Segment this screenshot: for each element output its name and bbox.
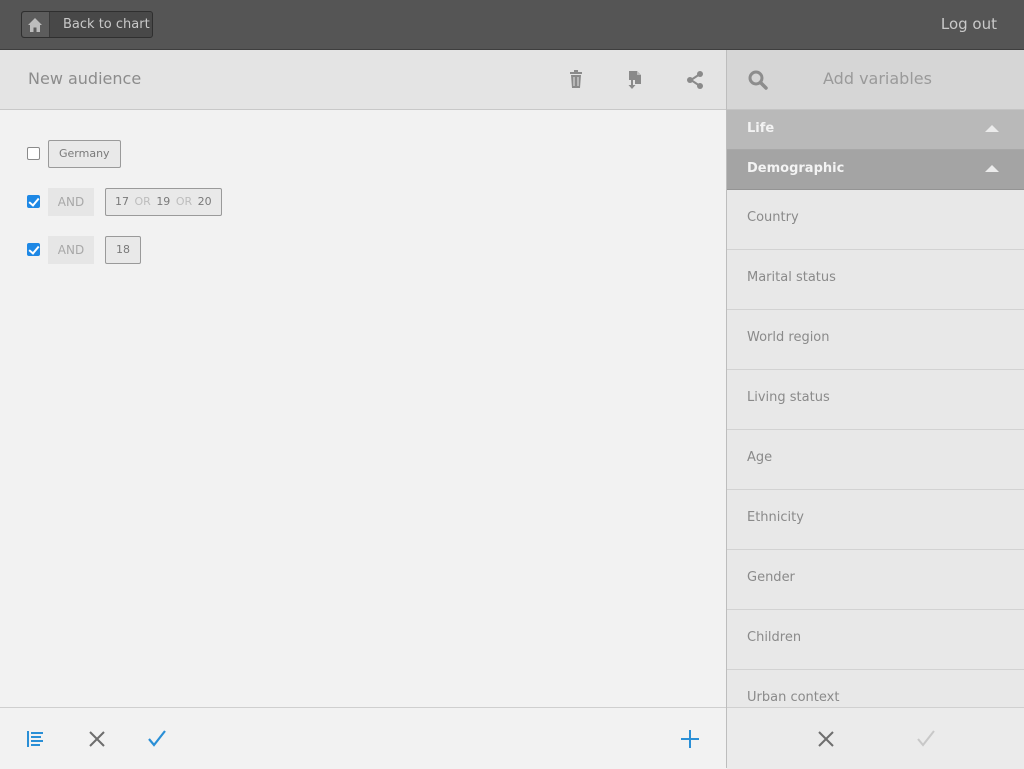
audience-title: New audience (28, 69, 142, 88)
category-label: Demographic (747, 161, 845, 176)
close-icon[interactable] (815, 728, 837, 750)
variable-item[interactable]: Country (727, 190, 1024, 250)
value-text: 20 (197, 195, 212, 208)
close-icon[interactable] (86, 728, 108, 750)
category-label: Life (747, 121, 775, 136)
value-chip[interactable]: 18 (105, 236, 141, 264)
list-icon[interactable] (26, 728, 48, 750)
variable-label: Ethnicity (747, 510, 804, 525)
variable-item[interactable]: Marital status (727, 250, 1024, 310)
variable-list[interactable]: Country Marital status World region Livi… (727, 190, 1024, 707)
variable-item[interactable]: Living status (727, 370, 1024, 430)
category-demographic[interactable]: Demographic (727, 150, 1024, 190)
variable-label: Living status (747, 390, 830, 405)
variable-item[interactable]: Ethnicity (727, 490, 1024, 550)
variable-item[interactable]: Gender (727, 550, 1024, 610)
variable-item[interactable]: Children (727, 610, 1024, 670)
variable-item[interactable]: Urban context (727, 670, 1024, 707)
rule-checkbox[interactable] (27, 147, 40, 160)
export-icon[interactable] (624, 69, 646, 91)
value-text: 19 (156, 195, 171, 208)
variable-item[interactable]: Age (727, 430, 1024, 490)
check-icon[interactable] (146, 728, 168, 750)
category-life[interactable]: Life (727, 110, 1024, 150)
variable-label: Children (747, 630, 802, 645)
value-chip[interactable]: Germany (48, 140, 121, 168)
value-text: 17 (115, 195, 129, 208)
back-to-chart-button[interactable]: Back to chart (21, 11, 153, 38)
variable-label: World region (747, 330, 830, 345)
value-text: Germany (59, 147, 110, 160)
value-chip[interactable]: 17 OR 19 OR 20 (105, 188, 222, 216)
variable-label: Marital status (747, 270, 836, 285)
share-icon[interactable] (684, 69, 706, 91)
caret-up-icon (985, 125, 999, 132)
variable-label: Urban context (747, 690, 840, 705)
operator-chip[interactable]: AND (48, 236, 94, 264)
rule-checkbox[interactable] (27, 243, 40, 256)
or-separator: OR (134, 195, 151, 208)
add-variables-title: Add variables (823, 69, 932, 88)
rule-checkbox[interactable] (27, 195, 40, 208)
back-to-chart-label: Back to chart (63, 17, 150, 32)
variables-header: Add variables (727, 50, 1024, 110)
audience-header: New audience (0, 50, 726, 110)
add-icon[interactable] (679, 728, 701, 750)
value-text: 18 (116, 243, 130, 256)
or-separator: OR (175, 195, 193, 208)
variable-item[interactable]: World region (727, 310, 1024, 370)
top-bar: Back to chart Log out (0, 0, 1024, 50)
variable-label: Country (747, 210, 799, 225)
audience-footer (0, 707, 726, 769)
logout-link[interactable]: Log out (941, 15, 997, 33)
caret-up-icon (985, 165, 999, 172)
search-icon[interactable] (747, 69, 769, 95)
trash-icon[interactable] (565, 69, 587, 91)
variable-label: Gender (747, 570, 795, 585)
home-icon[interactable] (22, 12, 50, 37)
variable-label: Age (747, 450, 773, 465)
variables-footer (727, 707, 1024, 769)
check-icon[interactable] (915, 728, 937, 750)
operator-chip[interactable]: AND (48, 188, 94, 216)
